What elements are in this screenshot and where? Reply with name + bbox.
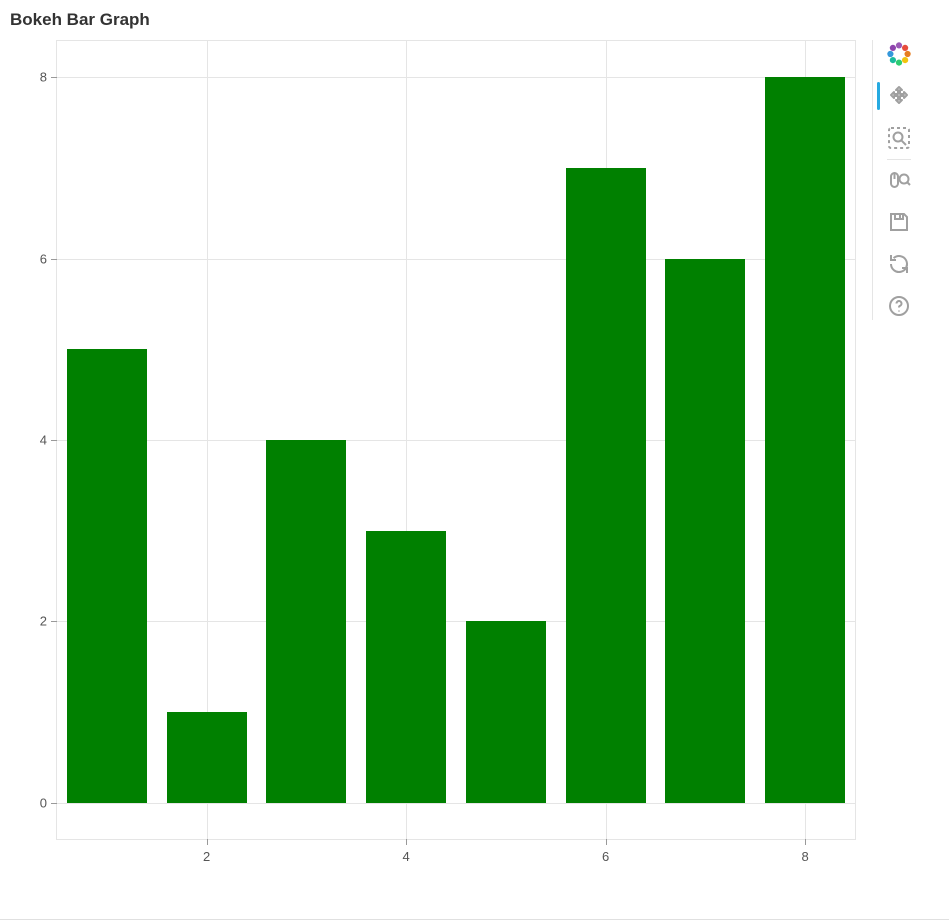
reset-tool-icon[interactable] — [885, 250, 913, 278]
plot-area[interactable]: 246802468 — [56, 40, 856, 840]
y-tick-label: 6 — [17, 251, 57, 266]
box-zoom-tool-icon[interactable] — [885, 124, 913, 152]
bar[interactable] — [266, 440, 346, 803]
grid-line-horizontal — [57, 77, 855, 78]
chart-title: Bokeh Bar Graph — [10, 10, 868, 36]
bar[interactable] — [167, 712, 247, 803]
bokeh-logo-icon[interactable] — [885, 40, 913, 68]
y-tick-label: 2 — [17, 614, 57, 629]
help-tool-icon[interactable] — [885, 292, 913, 320]
bar[interactable] — [466, 621, 546, 802]
bar[interactable] — [67, 349, 147, 802]
x-tick-label: 4 — [391, 839, 421, 864]
x-tick-label: 2 — [192, 839, 222, 864]
x-tick-label: 6 — [591, 839, 621, 864]
save-tool-icon[interactable] — [885, 208, 913, 236]
chart-figure: Bokeh Bar Graph 246802468 — [10, 10, 868, 880]
pan-tool-icon[interactable] — [885, 82, 913, 110]
x-tick-label: 8 — [790, 839, 820, 864]
y-tick-label: 0 — [17, 795, 57, 810]
y-tick-label: 4 — [17, 433, 57, 448]
y-tick-label: 8 — [17, 70, 57, 85]
bar[interactable] — [366, 531, 446, 803]
bar[interactable] — [765, 77, 845, 802]
wheel-zoom-tool-icon[interactable] — [885, 166, 913, 194]
bokeh-toolbar — [872, 40, 919, 320]
chart-stage: Bokeh Bar Graph 246802468 — [0, 0, 949, 920]
bar[interactable] — [566, 168, 646, 803]
bar[interactable] — [665, 259, 745, 803]
grid-line-horizontal — [57, 803, 855, 804]
